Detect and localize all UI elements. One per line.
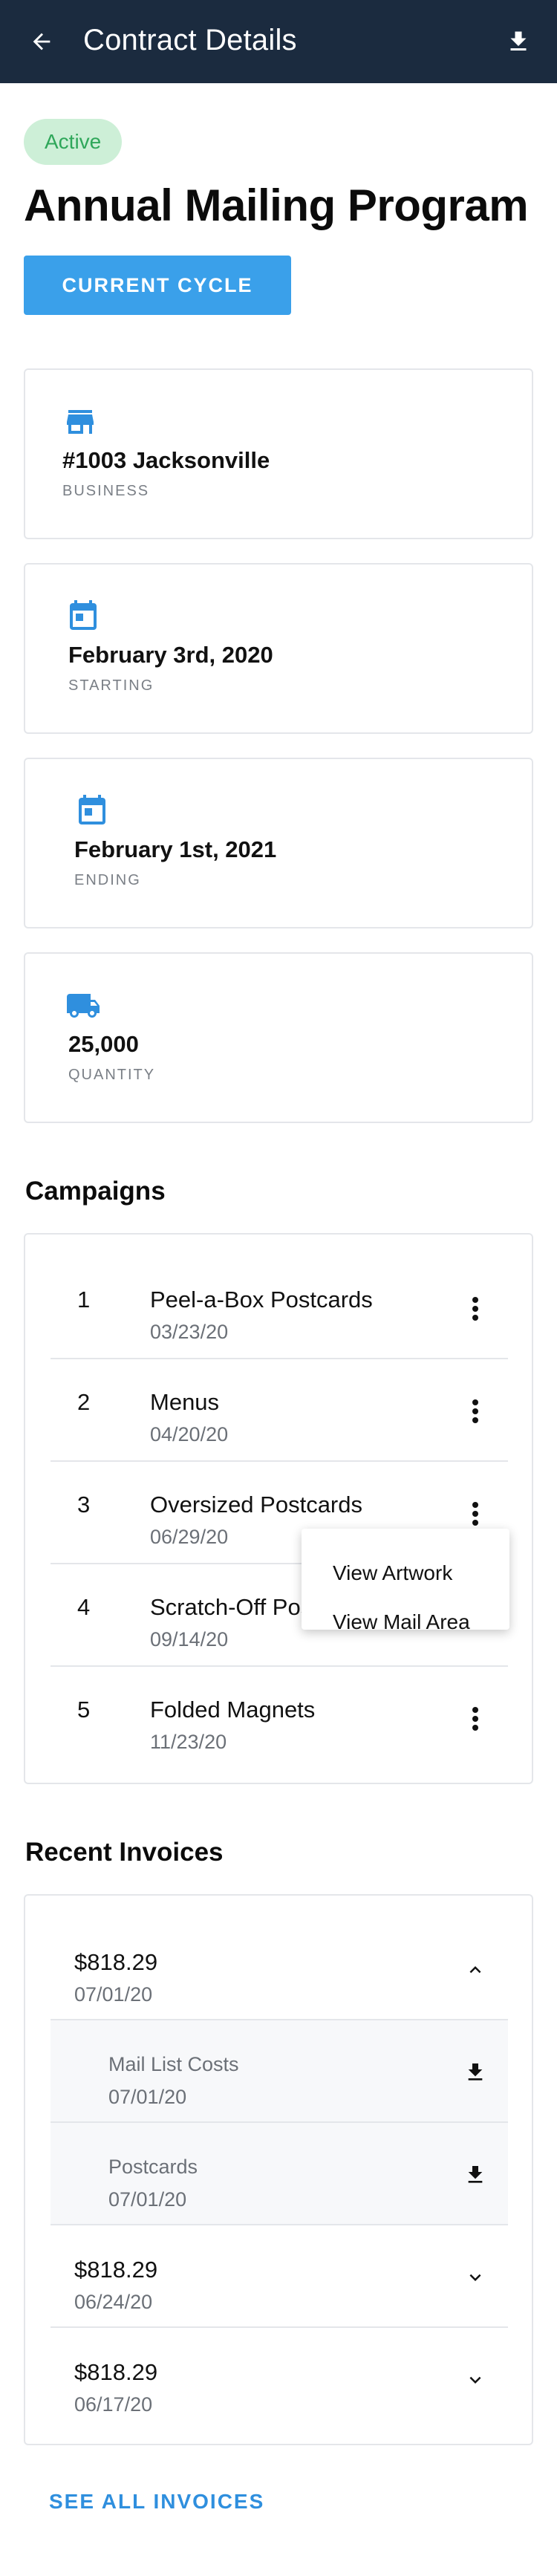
contract-title: Annual Mailing Program [24,180,529,230]
campaign-date: 11/23/20 [150,1731,227,1753]
campaign-number: 3 [77,1492,91,1518]
quantity-label: QUANTITY [68,1067,156,1083]
invoice-amount: $818.29 [74,1949,158,1975]
download-icon [468,2063,483,2081]
invoice-date: 06/17/20 [74,2393,153,2416]
download-icon [468,2166,483,2183]
starting-card: February 3rd, 2020 STARTING [24,563,533,734]
store-icon [67,410,94,434]
line-item-download-button[interactable] [456,2053,495,2092]
quantity-card: 25,000 QUANTITY [24,952,533,1123]
expand-button[interactable] [456,1951,495,1989]
line-item-name: Mail List Costs [108,2053,239,2075]
business-card: #1003 Jacksonville BUSINESS [24,368,533,539]
ending-value: February 1st, 2021 [74,836,277,862]
starting-label: STARTING [68,677,154,694]
back-button[interactable] [22,22,61,61]
campaigns-heading: Campaigns [25,1177,166,1206]
view-artwork-menu-item[interactable]: View Artwork [333,1561,452,1585]
campaign-options-menu: View Artwork View Mail Area [302,1529,509,1633]
calendar-icon [70,600,97,630]
invoices-list: $818.29 07/01/20 Mail List Costs 07/01/2… [24,1894,533,2445]
expand-button[interactable] [456,2258,495,2297]
more-vertical-icon [472,1399,478,1423]
invoice-line-item: Mail List Costs 07/01/20 [51,2020,508,2121]
campaign-name: Folded Magnets [150,1697,316,1723]
invoice-row[interactable]: $818.29 07/01/20 [51,1918,508,2019]
app-bar: Contract Details [0,0,557,83]
invoice-date: 06/24/20 [74,2291,153,2313]
chevron-down-icon [469,2274,481,2281]
campaign-row[interactable]: 2 Menus 04/20/20 [51,1359,508,1460]
invoice-date: 07/01/20 [74,1983,153,2006]
line-item-date: 07/01/20 [108,2086,187,2108]
download-button[interactable] [499,22,538,61]
chevron-up-icon [469,1966,481,1974]
business-value: #1003 Jacksonville [62,447,270,473]
view-mail-area-menu-item[interactable]: View Mail Area [333,1610,470,1634]
starting-value: February 3rd, 2020 [68,642,273,668]
ending-label: ENDING [74,872,141,888]
campaign-name: Menus [150,1389,220,1415]
campaign-date: 09/14/20 [150,1628,229,1650]
see-all-invoices-link[interactable]: SEE ALL INVOICES [49,2490,264,2514]
campaign-row[interactable]: 1 Peel-a-Box Postcards 03/23/20 [51,1257,508,1358]
campaign-row[interactable]: 5 Folded Magnets 11/23/20 [51,1667,508,1768]
download-icon [510,31,527,51]
campaign-number: 1 [77,1287,91,1313]
campaign-date: 06/29/20 [150,1526,229,1548]
invoice-line-item: Postcards 07/01/20 [51,2123,508,2224]
more-options-button[interactable] [459,1389,492,1434]
campaign-date: 04/20/20 [150,1423,229,1445]
more-options-button[interactable] [459,1287,492,1331]
calendar-icon [79,795,105,824]
invoice-row[interactable]: $818.29 06/24/20 [51,2225,508,2326]
line-item-date: 07/01/20 [108,2188,187,2211]
app-bar-title: Contract Details [83,24,297,56]
arrow-left-icon [33,33,51,51]
expand-button[interactable] [456,2361,495,2399]
quantity-value: 25,000 [68,1031,139,1057]
campaign-date: 03/23/20 [150,1321,229,1343]
status-badge: Active [24,119,123,165]
current-cycle-button[interactable]: CURRENT CYCLE [24,256,291,315]
campaigns-list: 1 Peel-a-Box Postcards 03/23/20 2 Menus … [24,1233,533,1784]
campaign-name: Peel-a-Box Postcards [150,1287,373,1313]
campaign-number: 2 [77,1389,91,1415]
chevron-down-icon [469,2376,481,2384]
more-options-button[interactable] [459,1697,492,1741]
line-item-name: Postcards [108,2156,198,2178]
more-vertical-icon [472,1297,478,1321]
campaign-number: 5 [77,1697,91,1723]
campaign-name: Oversized Postcards [150,1492,362,1518]
truck-icon [67,994,100,1018]
business-label: BUSINESS [62,483,150,499]
invoice-amount: $818.29 [74,2359,158,2385]
line-item-download-button[interactable] [456,2156,495,2194]
ending-card: February 1st, 2021 ENDING [24,758,533,928]
more-vertical-icon [472,1502,478,1526]
invoice-row[interactable]: $818.29 06/17/20 [51,2328,508,2429]
campaign-number: 4 [77,1594,91,1620]
invoice-amount: $818.29 [74,2257,158,2283]
more-vertical-icon [472,1707,478,1731]
recent-invoices-heading: Recent Invoices [25,1838,224,1867]
